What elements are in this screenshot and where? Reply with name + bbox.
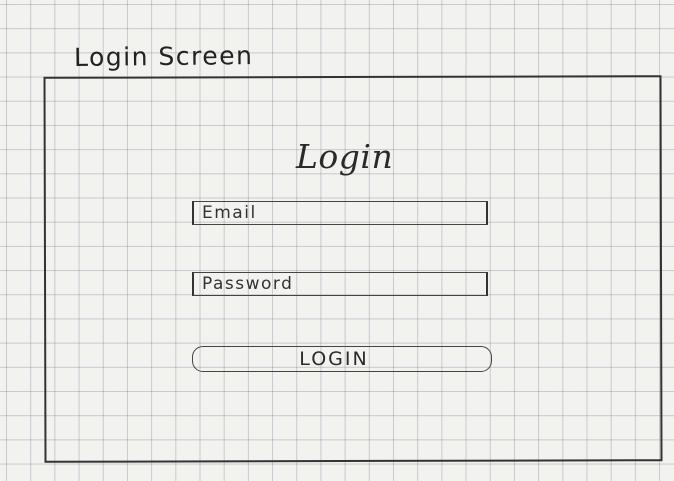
login-button[interactable]: LOGIN [192, 346, 492, 372]
password-field[interactable] [192, 272, 488, 296]
login-button-label: LOGIN [299, 348, 369, 370]
email-field[interactable] [192, 201, 488, 225]
page-title: Login Screen [73, 41, 254, 72]
login-heading: Login [296, 137, 394, 176]
screen-frame [43, 75, 663, 463]
